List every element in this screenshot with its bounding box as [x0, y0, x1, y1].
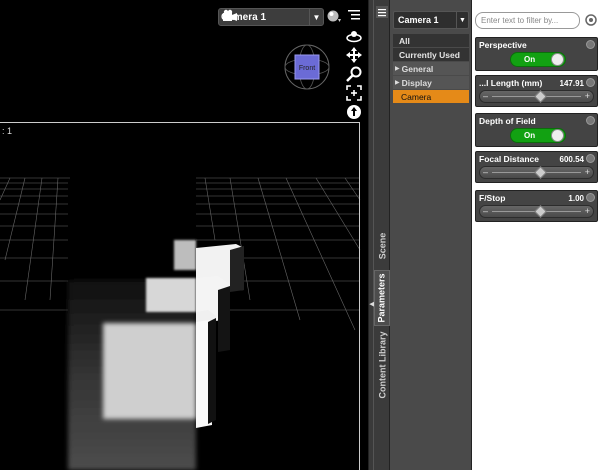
tab-parameters[interactable]: Parameters [374, 270, 390, 326]
focal-distance-slider[interactable]: – + [479, 166, 594, 179]
tab-content-library-label: Content Library [377, 331, 388, 399]
zoom-icon[interactable] [346, 66, 362, 82]
chevron-down-icon[interactable]: ▼ [309, 9, 323, 25]
param-gear-icon[interactable] [586, 116, 595, 125]
minus-icon[interactable]: – [483, 206, 488, 216]
param-value[interactable]: 1.00 [568, 194, 584, 203]
param-label: Depth of Field [479, 116, 536, 126]
expand-triangle-icon[interactable]: ▶ [395, 65, 400, 72]
param-label: Perspective [479, 40, 527, 50]
orbit-icon[interactable] [345, 29, 363, 43]
frame-icon[interactable] [346, 85, 362, 101]
category-general[interactable]: ▶ General [393, 62, 469, 75]
param-focal-distance: Focal Distance 600.54 – + [475, 151, 598, 183]
cube-near [103, 323, 196, 419]
node-select-label: Camera 1 [398, 15, 439, 25]
plus-icon[interactable]: + [585, 167, 590, 177]
cube-far [174, 240, 196, 270]
toggle-state: On [524, 131, 536, 140]
param-label: F/Stop [479, 193, 506, 203]
parameters-panel: Enter text to filter by... Perspective O… [472, 0, 600, 470]
category-currently-used[interactable]: Currently Used [393, 48, 469, 61]
tab-scene[interactable]: Scene [374, 226, 390, 266]
pan-icon[interactable] [346, 47, 362, 63]
category-label: General [401, 63, 434, 74]
plus-icon[interactable]: + [585, 206, 590, 216]
toggle-knob [551, 129, 564, 142]
category-list: All Currently Used ▶ General ▶ Display Cam… [393, 34, 469, 104]
gizmo-face-label: Front [299, 65, 315, 72]
perspective-toggle[interactable]: On [510, 52, 566, 67]
minus-icon[interactable]: – [483, 91, 488, 101]
param-label: Focal Distance [479, 154, 539, 164]
viewport-menu-icon[interactable] [348, 9, 360, 21]
camera-icon [223, 9, 237, 21]
param-perspective: Perspective On [475, 37, 598, 71]
tab-content-library[interactable]: Content Library [374, 330, 390, 400]
category-display[interactable]: ▶ Display [393, 76, 469, 89]
param-gear-icon[interactable] [586, 193, 595, 202]
filter-input[interactable]: Enter text to filter by... [475, 12, 580, 29]
tab-scene-label: Scene [377, 232, 387, 260]
settings-icon[interactable] [584, 13, 598, 27]
cube-mid [146, 278, 196, 312]
aim-icon[interactable] [346, 104, 362, 120]
plus-icon[interactable]: + [585, 91, 590, 101]
param-label: ...l Length (mm) [479, 78, 543, 88]
category-panel: Camera 1 ▼ All Currently Used ▶ General ▶… [390, 0, 472, 470]
view-cube-gizmo[interactable]: Front [283, 43, 331, 91]
param-value[interactable]: 600.54 [560, 155, 584, 164]
param-gear-icon[interactable] [586, 78, 595, 87]
category-camera[interactable]: Camera [393, 90, 469, 103]
pane-menu-icon[interactable] [376, 6, 388, 18]
toggle-knob [551, 53, 564, 66]
expand-triangle-icon[interactable]: ▶ [395, 79, 400, 86]
category-label: Currently Used [399, 49, 460, 60]
slider-thumb[interactable] [534, 90, 547, 103]
3d-viewport[interactable]: : 1 Camera 1 ▼ Front [0, 0, 368, 470]
pane-tab-strip: Scene Parameters Content Library [374, 0, 390, 470]
category-label: All [399, 35, 410, 46]
node-select[interactable]: Camera 1 ▼ [393, 11, 469, 29]
daz-studio-window: : 1 Camera 1 ▼ Front ◀ Scene Parameters … [0, 0, 600, 470]
param-focal-length: ...l Length (mm) 147.91 – + [475, 75, 598, 107]
tab-parameters-label: Parameters [377, 273, 388, 323]
chevron-down-icon[interactable]: ▼ [456, 12, 468, 28]
param-fstop: F/Stop 1.00 – + [475, 190, 598, 222]
frame-label: : 1 [2, 126, 13, 136]
slider-thumb[interactable] [534, 205, 547, 218]
focal-length-slider[interactable]: – + [479, 90, 594, 103]
camera-select[interactable]: Camera 1 ▼ [218, 8, 324, 26]
category-all[interactable]: All [393, 34, 469, 47]
param-gear-icon[interactable] [586, 40, 595, 49]
slider-thumb[interactable] [534, 166, 547, 179]
toggle-state: On [524, 55, 536, 64]
minus-icon[interactable]: – [483, 167, 488, 177]
fstop-slider[interactable]: – + [479, 205, 594, 218]
category-label: Camera [401, 91, 432, 102]
param-gear-icon[interactable] [586, 154, 595, 163]
param-value[interactable]: 147.91 [560, 79, 584, 88]
depth-of-field-toggle[interactable]: On [510, 128, 566, 143]
render-sphere-icon[interactable] [327, 9, 341, 23]
category-label: Display [401, 77, 432, 88]
param-depth-of-field: Depth of Field On [475, 113, 598, 147]
